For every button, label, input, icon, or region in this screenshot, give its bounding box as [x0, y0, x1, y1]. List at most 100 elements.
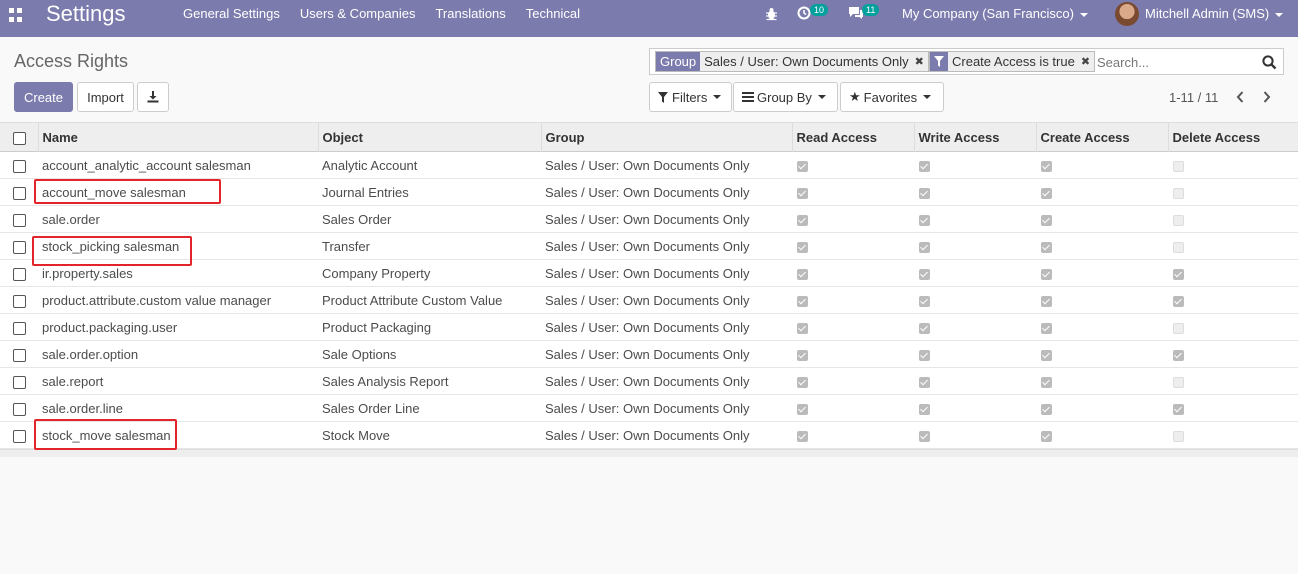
menu-users-companies[interactable]: Users & Companies — [300, 6, 416, 21]
company-switcher[interactable]: My Company (San Francisco) — [902, 6, 1088, 21]
cell-group[interactable]: Sales / User: Own Documents Only — [541, 152, 792, 179]
column-delete-access[interactable]: Delete Access — [1167, 122, 1298, 152]
pager-previous-icon[interactable] — [1231, 88, 1249, 106]
cell-name[interactable]: sale.order — [38, 206, 318, 233]
favorites-dropdown[interactable]: ★ Favorites — [840, 82, 944, 112]
column-object[interactable]: Object — [317, 122, 541, 152]
cell-group[interactable]: Sales / User: Own Documents Only — [541, 206, 792, 233]
write-access-checkbox — [919, 403, 930, 415]
cell-name[interactable]: sale.order.line — [38, 395, 318, 422]
cell-object[interactable]: Sales Order — [318, 206, 541, 233]
cell-object[interactable]: Transfer — [318, 233, 541, 260]
row-checkbox[interactable] — [13, 348, 26, 362]
cell-group[interactable]: Sales / User: Own Documents Only — [541, 179, 792, 206]
row-checkbox[interactable] — [13, 321, 26, 335]
cell-read-access — [792, 206, 914, 233]
table-row[interactable]: stock_move salesman Stock Move Sales / Use… — [0, 422, 1298, 449]
cell-name[interactable]: sale.report — [38, 368, 318, 395]
cell-create-access — [1036, 287, 1168, 314]
create-access-checkbox — [1041, 295, 1052, 307]
delete-access-checkbox — [1173, 214, 1184, 226]
write-access-checkbox — [919, 187, 930, 199]
cell-group[interactable]: Sales / User: Own Documents Only — [541, 314, 792, 341]
menu-general-settings[interactable]: General Settings — [183, 6, 280, 21]
app-title[interactable]: Settings — [46, 1, 126, 27]
debug-bug-icon[interactable] — [765, 7, 778, 21]
import-button[interactable]: Import — [77, 82, 134, 112]
column-write-access[interactable]: Write Access — [913, 122, 1036, 152]
read-access-checkbox — [797, 376, 808, 388]
cell-delete-access — [1168, 260, 1298, 287]
menu-translations[interactable]: Translations — [435, 6, 505, 21]
column-name[interactable]: Name — [37, 122, 318, 152]
search-icon[interactable] — [1262, 55, 1277, 70]
remove-facet-icon[interactable]: ✖ — [913, 52, 928, 71]
create-button[interactable]: Create — [14, 82, 73, 112]
cell-group[interactable]: Sales / User: Own Documents Only — [541, 395, 792, 422]
user-menu[interactable]: Mitchell Admin (SMS) — [1145, 6, 1284, 21]
table-row[interactable]: sale.report Sales Analysis Report Sales / … — [0, 368, 1298, 395]
apps-menu-icon[interactable] — [9, 8, 23, 22]
cell-group[interactable]: Sales / User: Own Documents Only — [541, 422, 792, 449]
cell-delete-access — [1168, 368, 1298, 395]
cell-object[interactable]: Product Attribute Custom Value — [318, 287, 541, 314]
highlight-box — [34, 179, 221, 204]
table-row[interactable]: product.attribute.custom value manager Pr… — [0, 287, 1298, 314]
create-access-checkbox — [1041, 268, 1052, 280]
column-group[interactable]: Group — [540, 122, 792, 152]
row-checkbox[interactable] — [13, 375, 26, 389]
row-checkbox[interactable] — [13, 240, 26, 254]
cell-name[interactable]: account_analytic_account salesman — [38, 152, 318, 179]
cell-object[interactable]: Analytic Account — [318, 152, 541, 179]
row-checkbox[interactable] — [13, 159, 26, 173]
cell-object[interactable]: Sales Analysis Report — [318, 368, 541, 395]
row-checkbox[interactable] — [13, 213, 26, 227]
cell-name[interactable]: sale.order.option — [38, 341, 318, 368]
filters-dropdown[interactable]: Filters — [649, 82, 732, 112]
cell-read-access — [792, 233, 914, 260]
cell-object[interactable]: Sales Order Line — [318, 395, 541, 422]
download-button[interactable] — [137, 82, 169, 112]
cell-group[interactable]: Sales / User: Own Documents Only — [541, 341, 792, 368]
search-input[interactable] — [1097, 52, 1247, 72]
cell-group[interactable]: Sales / User: Own Documents Only — [541, 233, 792, 260]
groupby-dropdown[interactable]: Group By — [733, 82, 838, 112]
cell-name[interactable]: product.attribute.custom value manager — [38, 287, 318, 314]
activity-clock-icon[interactable] — [797, 6, 811, 20]
cell-object[interactable]: Sale Options — [318, 341, 541, 368]
cell-object[interactable]: Stock Move — [318, 422, 541, 449]
cell-object[interactable]: Company Property — [318, 260, 541, 287]
table-row[interactable]: sale.order.line Sales Order Line Sales / U… — [0, 395, 1298, 422]
table-row[interactable]: product.packaging.user Product Packaging S… — [0, 314, 1298, 341]
row-checkbox[interactable] — [13, 294, 26, 308]
main-menu: General Settings Users & Companies Trans… — [183, 6, 600, 21]
access-rights-list: Name Object Group Read Access Write Acce… — [0, 122, 1298, 457]
user-avatar[interactable] — [1115, 2, 1139, 26]
row-checkbox[interactable] — [13, 429, 26, 443]
cell-object[interactable]: Journal Entries — [318, 179, 541, 206]
chevron-down-icon — [1079, 12, 1088, 17]
menu-technical[interactable]: Technical — [526, 6, 580, 21]
row-checkbox[interactable] — [13, 267, 26, 281]
table-row[interactable]: ir.property.sales Company Property Sales /… — [0, 260, 1298, 287]
row-checkbox[interactable] — [13, 186, 26, 200]
table-row[interactable]: stock_picking salesman Transfer Sales / Us… — [0, 233, 1298, 260]
select-all-checkbox[interactable] — [13, 131, 26, 145]
remove-facet-icon[interactable]: ✖ — [1079, 52, 1094, 71]
user-name: Mitchell Admin (SMS) — [1145, 6, 1270, 21]
pager-next-icon[interactable] — [1258, 88, 1276, 106]
cell-name[interactable]: product.packaging.user — [38, 314, 318, 341]
column-read-access[interactable]: Read Access — [791, 122, 914, 152]
column-create-access[interactable]: Create Access — [1035, 122, 1168, 152]
table-row[interactable]: account_analytic_account salesman Analyti… — [0, 152, 1298, 179]
row-checkbox[interactable] — [13, 402, 26, 416]
cell-group[interactable]: Sales / User: Own Documents Only — [541, 287, 792, 314]
cell-delete-access — [1168, 233, 1298, 260]
row-select-cell — [0, 287, 38, 314]
cell-group[interactable]: Sales / User: Own Documents Only — [541, 260, 792, 287]
table-row[interactable]: sale.order Sales Order Sales / User: Own D… — [0, 206, 1298, 233]
table-row[interactable]: sale.order.option Sale Options Sales / Use… — [0, 341, 1298, 368]
pager-value[interactable]: 1-11 / 11 — [1169, 90, 1218, 105]
cell-object[interactable]: Product Packaging — [318, 314, 541, 341]
cell-group[interactable]: Sales / User: Own Documents Only — [541, 368, 792, 395]
